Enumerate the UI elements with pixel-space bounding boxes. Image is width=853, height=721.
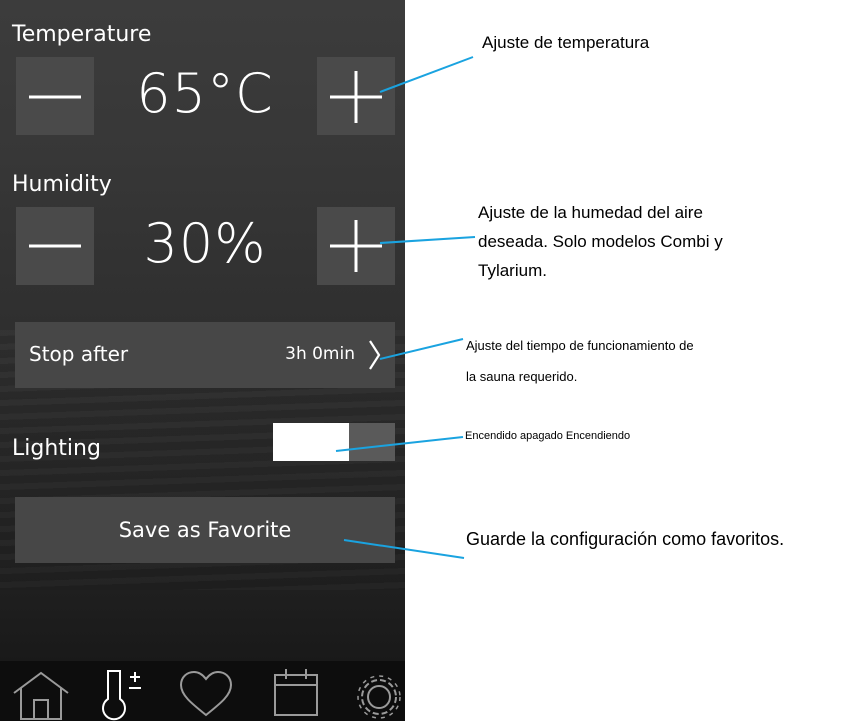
callout-lines (335, 56, 476, 559)
temperature-callout-line (379, 56, 474, 93)
favorite-callout-line (343, 539, 465, 559)
stop-callout-line (379, 338, 464, 360)
stop-callout-line-1: Ajuste del tiempo de funcionamiento de (466, 338, 694, 353)
lighting-callout-line (335, 436, 464, 452)
stop-callout: Ajuste del tiempo de funcionamiento de l… (466, 330, 694, 392)
temperature-callout: Ajuste de temperatura (482, 33, 650, 52)
humidity-callout-line-3: Tylarium. (478, 261, 547, 280)
favorite-callout: Guarde la configuración como favoritos. (466, 529, 785, 549)
humidity-callout: Ajuste de la humedad del aire deseada. S… (478, 198, 723, 285)
lighting-callout: Encendido apagado Encendiendo (465, 430, 631, 442)
humidity-callout-line-1: Ajuste de la humedad del aire (478, 203, 703, 222)
humidity-callout-line (379, 236, 476, 244)
humidity-callout-line-2: deseada. Solo modelos Combi y (478, 232, 723, 251)
stop-callout-line-2: la sauna requerido. (466, 369, 578, 384)
